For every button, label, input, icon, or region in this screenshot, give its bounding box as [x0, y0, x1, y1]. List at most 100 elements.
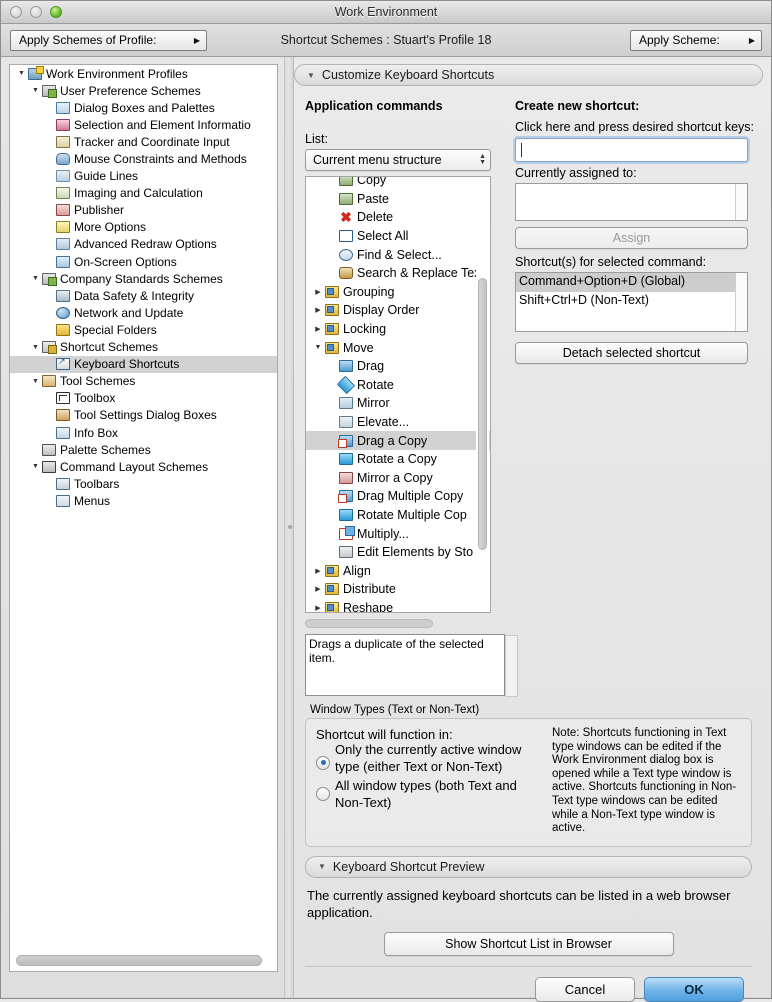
command-row[interactable]: ▶ Locking [306, 320, 490, 339]
sidebar-item-menus[interactable]: Menus [10, 492, 277, 509]
assigned-shortcuts-scrollbar[interactable] [735, 273, 747, 331]
list-select[interactable]: Current menu structure ▲ ▼ [305, 149, 491, 171]
rotate-icon [336, 375, 356, 395]
sidebar-item-selection-and-element-informatio[interactable]: Selection and Element Informatio [10, 116, 277, 133]
command-row[interactable]: ▼ Move [306, 338, 490, 357]
ok-button[interactable]: OK [644, 976, 744, 1002]
command-row[interactable]: Elevate... [306, 413, 490, 432]
command-row[interactable]: ▶ Align [306, 561, 490, 580]
command-row[interactable]: Rotate [306, 375, 490, 395]
onscreen-icon [55, 255, 72, 269]
command-row[interactable]: Rotate Multiple Cop [306, 506, 490, 525]
command-row[interactable]: Search & Replace Text [306, 264, 490, 283]
detach-shortcut-button[interactable]: Detach selected shortcut [515, 342, 748, 364]
sidebar-item-palette-schemes[interactable]: Palette Schemes [10, 441, 277, 458]
command-row[interactable]: Paste [306, 190, 490, 209]
sidebar-item-company-standards-schemes[interactable]: ▼ Company Standards Schemes [10, 270, 277, 287]
sidebar-item-mouse-constraints-and-methods[interactable]: Mouse Constraints and Methods [10, 150, 277, 167]
sidebar-item-tool-schemes[interactable]: ▼ Tool Schemes [10, 373, 277, 390]
command-row[interactable]: ▶ Display Order [306, 301, 490, 320]
assign-button[interactable]: Assign [515, 227, 748, 249]
window-type-radio-row[interactable]: Only the currently active window type (e… [316, 742, 546, 775]
show-shortcut-list-button[interactable]: Show Shortcut List in Browser [383, 931, 674, 956]
tree-horizontal-scrollbar[interactable] [13, 952, 274, 968]
command-row[interactable]: Select All [306, 227, 490, 246]
sidebar-item-network-and-update[interactable]: Network and Update [10, 304, 277, 321]
command-label: Edit Elements by Sto [357, 545, 474, 560]
sidebar-item-toolbox[interactable]: Toolbox [10, 390, 277, 407]
radio-button[interactable] [316, 755, 330, 770]
command-row[interactable]: Mirror [306, 394, 490, 413]
command-row[interactable]: Multiply... [306, 524, 490, 543]
command-row[interactable]: Rotate a Copy [306, 450, 490, 469]
sidebar-item-keyboard-shortcuts[interactable]: Keyboard Shortcuts [10, 355, 277, 373]
radio-button[interactable] [316, 787, 330, 801]
disclosure-triangle-icon[interactable]: ▼ [30, 339, 41, 356]
command-label: Paste [357, 191, 389, 206]
cancel-button[interactable]: Cancel [535, 976, 635, 1002]
disclosure-triangle-icon[interactable]: ▶ [312, 585, 324, 593]
safety-icon [55, 289, 72, 303]
sidebar-item-guide-lines[interactable]: Guide Lines [10, 168, 277, 185]
customize-shortcuts-header[interactable]: ▼ Customize Keyboard Shortcuts [294, 64, 763, 86]
sidebar-item-tool-settings-dialog-boxes[interactable]: Tool Settings Dialog Boxes [10, 407, 277, 424]
shortcut-key-input[interactable] [515, 138, 748, 162]
pane-splitter[interactable] [284, 57, 294, 997]
disclosure-triangle-icon[interactable]: ▼ [30, 373, 41, 390]
sidebar-item-special-folders[interactable]: Special Folders [10, 321, 277, 338]
commands-vertical-scrollbar[interactable] [476, 178, 489, 611]
commands-horizontal-scrollbar[interactable] [305, 617, 491, 630]
preview-header[interactable]: ▼ Keyboard Shortcut Preview [305, 855, 752, 878]
disclosure-triangle-icon[interactable]: ▶ [312, 306, 324, 314]
assigned-shortcut-row[interactable]: Shift+Ctrl+D (Non-Text) [516, 292, 747, 311]
disclosure-triangle-icon[interactable]: ▼ [30, 270, 41, 287]
sidebar-item-data-safety-integrity[interactable]: Data Safety & Integrity [10, 287, 277, 304]
command-row[interactable]: ▶ Reshape [306, 599, 490, 612]
sidebar-item-user-preference-schemes[interactable]: ▼ User Preference Schemes [10, 82, 277, 99]
disclosure-triangle-icon[interactable]: ▶ [312, 325, 324, 333]
command-row[interactable]: ✖ Delete [306, 208, 490, 227]
description-scrollbar[interactable] [505, 635, 518, 697]
splitter-grip[interactable] [288, 525, 292, 529]
disclosure-triangle-icon[interactable]: ▶ [312, 567, 324, 575]
disclosure-triangle-icon[interactable]: ▶ [312, 604, 324, 612]
command-row[interactable]: Drag [306, 357, 490, 376]
sidebar-item-work-environment-profiles[interactable]: ▼ Work Environment Profiles [10, 65, 277, 82]
sidebar-item-command-layout-schemes[interactable]: ▼ Command Layout Schemes [10, 458, 277, 475]
assigned-shortcuts-list[interactable]: Command+Option+D (Global) Shift+Ctrl+D (N… [515, 272, 748, 332]
commands-list[interactable]: Copy Paste ✖ Delete Select All Find & Sel… [305, 176, 491, 613]
command-row[interactable]: Mirror a Copy [306, 469, 490, 488]
apply-scheme-button[interactable]: Apply Scheme: ▶ [630, 29, 762, 51]
command-row[interactable]: Drag a Copy [306, 431, 490, 450]
tree-hscroll-thumb[interactable] [16, 954, 262, 966]
sidebar-item-publisher[interactable]: Publisher [10, 202, 277, 219]
commands-hscroll-thumb[interactable] [305, 619, 433, 628]
command-row[interactable]: Copy [306, 177, 490, 190]
disclosure-triangle-icon[interactable]: ▼ [312, 344, 324, 351]
commands-vscroll-thumb[interactable] [478, 278, 487, 550]
toolbar: Apply Schemes of Profile: ▶ Shortcut Sch… [1, 24, 771, 57]
sidebar-item-tracker-and-coordinate-input[interactable]: Tracker and Coordinate Input [10, 133, 277, 150]
sidebar-item-on-screen-options[interactable]: On-Screen Options [10, 253, 277, 270]
sidebar-item-shortcut-schemes[interactable]: ▼ Shortcut Schemes [10, 339, 277, 356]
command-row[interactable]: ▶ Grouping [306, 283, 490, 302]
disclosure-triangle-icon[interactable]: ▼ [16, 65, 27, 82]
sidebar-item-toolbars[interactable]: Toolbars [10, 475, 277, 492]
command-row[interactable]: ▶ Distribute [306, 580, 490, 599]
disclosure-triangle-icon[interactable]: ▼ [30, 458, 41, 475]
currently-assigned-scrollbar[interactable] [735, 184, 747, 220]
profile-tree[interactable]: ▼ Work Environment Profiles ▼ User Preferen… [9, 64, 278, 972]
command-row[interactable]: Drag Multiple Copy [306, 487, 490, 506]
command-row[interactable]: Find & Select... [306, 245, 490, 264]
sidebar-item-imaging-and-calculation[interactable]: Imaging and Calculation [10, 185, 277, 202]
sidebar-item-more-options[interactable]: More Options [10, 219, 277, 236]
command-row[interactable]: Edit Elements by Sto [306, 543, 490, 562]
disclosure-triangle-icon[interactable]: ▼ [30, 82, 41, 99]
sidebar-item-info-box[interactable]: Info Box [10, 424, 277, 441]
sidebar-item-advanced-redraw-options[interactable]: Advanced Redraw Options [10, 236, 277, 253]
disclosure-triangle-icon[interactable]: ▶ [312, 288, 324, 296]
sidebar-item-dialog-boxes-and-palettes[interactable]: Dialog Boxes and Palettes [10, 99, 277, 116]
window-type-radio-row[interactable]: All window types (both Text and Non-Text… [316, 778, 546, 811]
assigned-shortcut-row[interactable]: Command+Option+D (Global) [516, 273, 747, 292]
